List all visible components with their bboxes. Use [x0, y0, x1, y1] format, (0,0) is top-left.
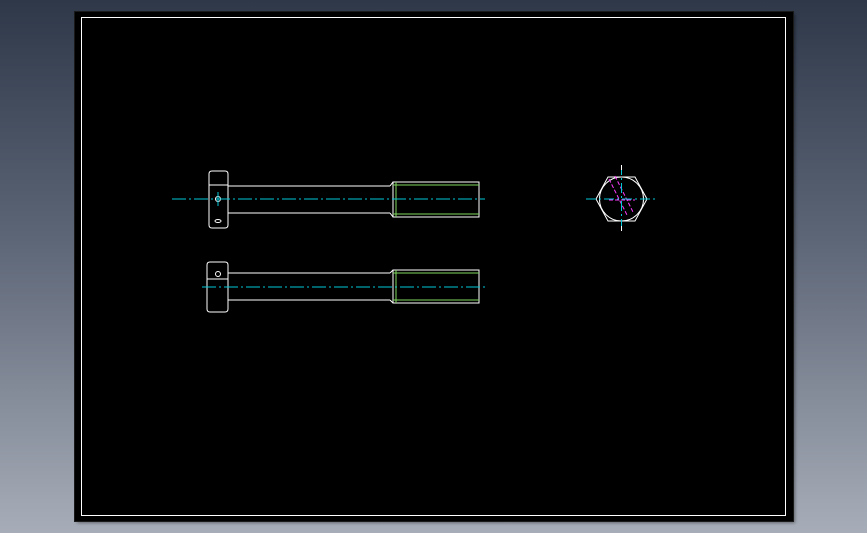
drawing-border [81, 17, 786, 516]
bolt-end-view[interactable] [586, 165, 656, 231]
bolt-top-hole [215, 271, 221, 277]
cad-model-viewport[interactable] [75, 12, 793, 521]
bolt-top-view[interactable] [202, 261, 485, 313]
cad-drawing-canvas[interactable] [75, 12, 793, 521]
hex-hidden-hole-line-2 [614, 175, 634, 213]
bolt-front-view[interactable] [172, 170, 485, 229]
hex-hidden-hole-line-1 [608, 178, 628, 216]
bolt-head-slot [214, 219, 222, 223]
